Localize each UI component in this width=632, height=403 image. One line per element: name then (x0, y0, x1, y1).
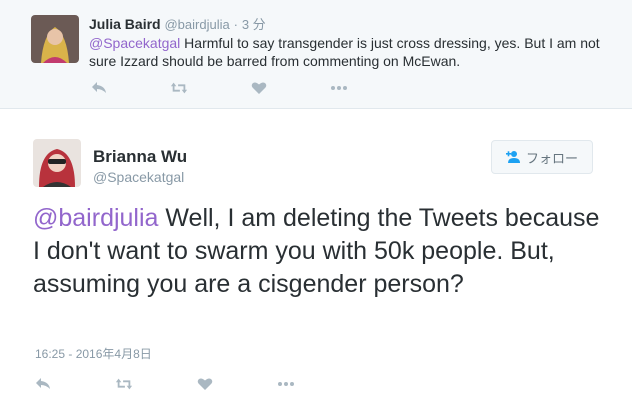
add-user-icon (505, 150, 522, 164)
tweet-text: @bairdjulia Well, I am deleting the Twee… (33, 202, 603, 301)
user-handle[interactable]: @bairdjulia (164, 17, 229, 32)
retweet-icon[interactable] (170, 80, 188, 96)
tweet-time[interactable]: 3 分 (242, 17, 266, 32)
separator: · (233, 17, 238, 32)
tweet-actions (90, 80, 410, 96)
heart-icon[interactable] (196, 376, 214, 392)
avatar[interactable] (33, 139, 81, 187)
follow-button[interactable]: フォロー (491, 140, 593, 174)
retweet-icon[interactable] (115, 376, 133, 392)
follow-label: フォロー (525, 150, 578, 166)
user-handle[interactable]: @Spacekatgal (93, 169, 184, 185)
tweet-actions (34, 376, 358, 392)
reply-icon[interactable] (34, 376, 52, 392)
reply-icon[interactable] (90, 80, 108, 96)
more-icon[interactable] (277, 376, 295, 392)
heart-icon[interactable] (250, 80, 268, 96)
tweet-timestamp[interactable]: 16:25 - 2016年4月8日 (35, 345, 152, 362)
more-icon[interactable] (330, 80, 348, 96)
mention-link[interactable]: @bairdjulia (33, 204, 158, 232)
user-name[interactable]: Brianna Wu (93, 147, 187, 167)
user-name[interactable]: Julia Baird (89, 16, 161, 32)
avatar[interactable] (31, 15, 79, 63)
parent-tweet: Julia Baird @bairdjulia · 3 分 @Spacekatg… (0, 0, 632, 109)
parent-tweet-header: Julia Baird @bairdjulia · 3 分 (89, 14, 266, 33)
tweet-text: @Spacekatgal Harmful to say transgender … (89, 34, 609, 70)
mention-link[interactable]: @Spacekatgal (89, 35, 180, 51)
